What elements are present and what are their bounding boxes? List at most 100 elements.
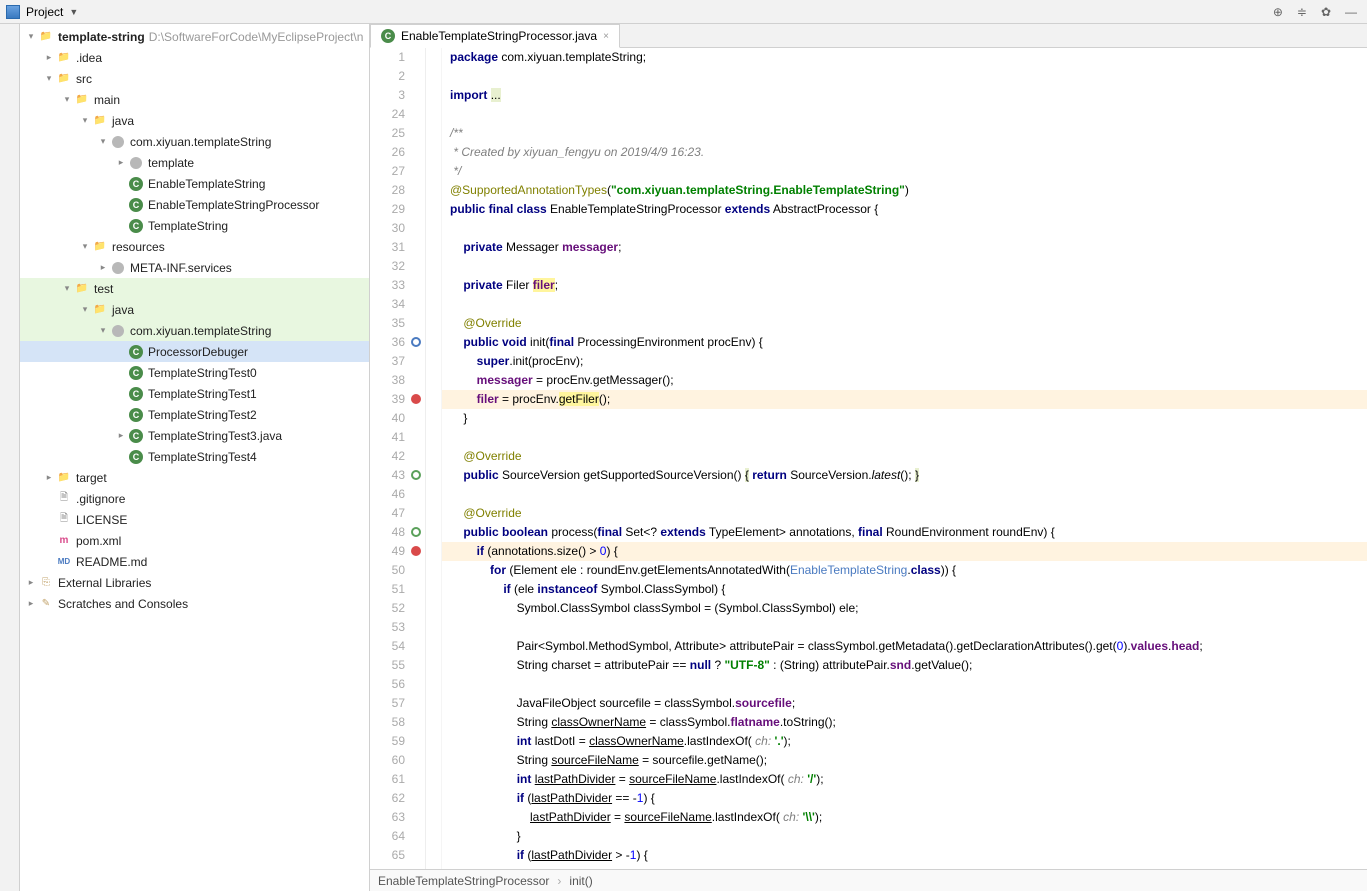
chevron-down-icon[interactable]: ▼ (69, 7, 78, 17)
chevron-right-icon[interactable]: ▸ (24, 577, 38, 588)
code-line[interactable]: @Override (442, 314, 1367, 333)
chevron-down-icon[interactable]: ▾ (60, 94, 74, 105)
code-line[interactable] (442, 675, 1367, 694)
code-line[interactable] (442, 295, 1367, 314)
chevron-right-icon[interactable]: ▸ (96, 262, 110, 273)
code-line[interactable]: String sourceFileName = sourcefile.getNa… (442, 751, 1367, 770)
code-line[interactable] (442, 257, 1367, 276)
code-line[interactable]: JavaFileObject sourcefile = classSymbol.… (442, 694, 1367, 713)
code-line[interactable]: Pair<Symbol.MethodSymbol, Attribute> att… (442, 637, 1367, 656)
code-line[interactable]: if (lastPathDivider == -1) { (442, 789, 1367, 808)
chevron-down-icon[interactable]: ▾ (96, 136, 110, 147)
chevron-down-icon[interactable]: ▾ (78, 241, 92, 252)
code-line[interactable]: filer = procEnv.getFiler(); (442, 390, 1367, 409)
tree-item[interactable]: ·CEnableTemplateStringProcessor (20, 194, 369, 215)
code-line[interactable]: public void init(final ProcessingEnviron… (442, 333, 1367, 352)
tree-item[interactable]: ·MDREADME.md (20, 551, 369, 572)
tree-item[interactable]: ▸📁.idea (20, 47, 369, 68)
code-line[interactable]: lastPathDivider = sourceFileName.lastInd… (442, 808, 1367, 827)
tree-item[interactable]: ·🗎LICENSE (20, 509, 369, 530)
tree-item[interactable]: ▸📁target (20, 467, 369, 488)
code-line[interactable] (442, 105, 1367, 124)
code-line[interactable] (442, 428, 1367, 447)
tree-item[interactable]: ·CEnableTemplateString (20, 173, 369, 194)
tree-item[interactable]: ·mpom.xml (20, 530, 369, 551)
code-line[interactable]: String classOwnerName = classSymbol.flat… (442, 713, 1367, 732)
chevron-down-icon[interactable]: ▾ (78, 304, 92, 315)
tree-item[interactable]: ▾📁java (20, 110, 369, 131)
code-line[interactable]: @Override (442, 447, 1367, 466)
code-line[interactable]: /** (442, 124, 1367, 143)
chevron-down-icon[interactable]: ▾ (24, 31, 38, 42)
locate-icon[interactable]: ⊕ (1273, 5, 1283, 19)
code-line[interactable]: @Override (442, 504, 1367, 523)
code-line[interactable]: private Filer filer; (442, 276, 1367, 295)
code-line[interactable]: if (lastPathDivider > -1) { (442, 846, 1367, 865)
override-icon[interactable] (411, 527, 421, 537)
tree-item[interactable]: ▸✎Scratches and Consoles (20, 593, 369, 614)
chevron-down-icon[interactable]: ▾ (78, 115, 92, 126)
tree-item[interactable]: ▸template (20, 152, 369, 173)
code-area[interactable]: package com.xiyuan.templateString; import… (442, 48, 1367, 869)
collapse-icon[interactable]: ≑ (1297, 5, 1307, 19)
code-line[interactable]: public boolean process(final Set<? exten… (442, 523, 1367, 542)
tree-item[interactable]: ▾📁test (20, 278, 369, 299)
tree-item[interactable]: ·CTemplateStringTest0 (20, 362, 369, 383)
project-tree[interactable]: ▾📁template-stringD:\SoftwareForCode\MyEc… (20, 24, 369, 891)
chevron-right-icon[interactable]: ▸ (114, 157, 128, 168)
code-line[interactable] (442, 67, 1367, 86)
override-icon[interactable] (411, 337, 421, 347)
code-line[interactable]: * Created by xiyuan_fengyu on 2019/4/9 1… (442, 143, 1367, 162)
tree-item[interactable]: ▸CTemplateStringTest3.java (20, 425, 369, 446)
breadcrumb-class[interactable]: EnableTemplateStringProcessor (378, 874, 549, 888)
tree-root[interactable]: ▾📁template-stringD:\SoftwareForCode\MyEc… (20, 26, 369, 47)
code-line[interactable]: import ... (442, 86, 1367, 105)
code-line[interactable]: public final class EnableTemplateStringP… (442, 200, 1367, 219)
tree-item[interactable]: ▾📁java (20, 299, 369, 320)
code-line[interactable]: } (442, 409, 1367, 428)
tree-item[interactable]: ▾📁main (20, 89, 369, 110)
line-gutter[interactable]: 1232425262728293031323334353637383940414… (370, 48, 426, 869)
project-label[interactable]: Project (26, 5, 63, 19)
tree-item[interactable]: ▾com.xiyuan.templateString (20, 131, 369, 152)
code-line[interactable] (442, 219, 1367, 238)
code-line[interactable]: messager = procEnv.getMessager(); (442, 371, 1367, 390)
chevron-right-icon[interactable]: ▸ (42, 52, 56, 63)
tree-item[interactable]: ·CTemplateStringTest2 (20, 404, 369, 425)
code-line[interactable]: if (annotations.size() > 0) { (442, 542, 1367, 561)
chevron-down-icon[interactable]: ▾ (42, 73, 56, 84)
code-line[interactable]: } (442, 827, 1367, 846)
gear-icon[interactable]: ✿ (1321, 5, 1331, 19)
minimize-icon[interactable]: — (1345, 5, 1357, 19)
code-line[interactable]: Symbol.ClassSymbol classSymbol = (Symbol… (442, 599, 1367, 618)
tree-item[interactable]: ▾com.xiyuan.templateString (20, 320, 369, 341)
tree-item[interactable]: ▸META-INF.services (20, 257, 369, 278)
chevron-down-icon[interactable]: ▾ (60, 283, 74, 294)
tree-item[interactable]: ·CTemplateStringTest1 (20, 383, 369, 404)
breadcrumb-method[interactable]: init() (569, 874, 592, 888)
code-line[interactable]: if (ele instanceof Symbol.ClassSymbol) { (442, 580, 1367, 599)
code-line[interactable] (442, 618, 1367, 637)
tree-item[interactable]: ▾📁resources (20, 236, 369, 257)
code-line[interactable]: public SourceVersion getSupportedSourceV… (442, 466, 1367, 485)
editor-tab[interactable]: C EnableTemplateStringProcessor.java × (370, 24, 620, 48)
breakpoint-icon[interactable] (411, 394, 421, 404)
chevron-down-icon[interactable]: ▾ (96, 325, 110, 336)
tree-item[interactable]: ·CProcessorDebuger (20, 341, 369, 362)
tree-item[interactable]: ·🗎.gitignore (20, 488, 369, 509)
code-line[interactable]: int lastDotI = classOwnerName.lastIndexO… (442, 732, 1367, 751)
chevron-right-icon[interactable]: ▸ (114, 430, 128, 441)
code-line[interactable]: */ (442, 162, 1367, 181)
tree-item[interactable]: ▾📁src (20, 68, 369, 89)
code-line[interactable]: @SupportedAnnotationTypes("com.xiyuan.te… (442, 181, 1367, 200)
override-icon[interactable] (411, 470, 421, 480)
tree-item[interactable]: ·CTemplateString (20, 215, 369, 236)
code-line[interactable]: private Messager messager; (442, 238, 1367, 257)
breakpoint-icon[interactable] (411, 546, 421, 556)
breadcrumb[interactable]: EnableTemplateStringProcessor › init() (370, 869, 1367, 891)
close-icon[interactable]: × (603, 31, 609, 42)
chevron-right-icon[interactable]: ▸ (42, 472, 56, 483)
code-line[interactable]: package com.xiyuan.templateString; (442, 48, 1367, 67)
code-line[interactable] (442, 485, 1367, 504)
chevron-right-icon[interactable]: ▸ (24, 598, 38, 609)
